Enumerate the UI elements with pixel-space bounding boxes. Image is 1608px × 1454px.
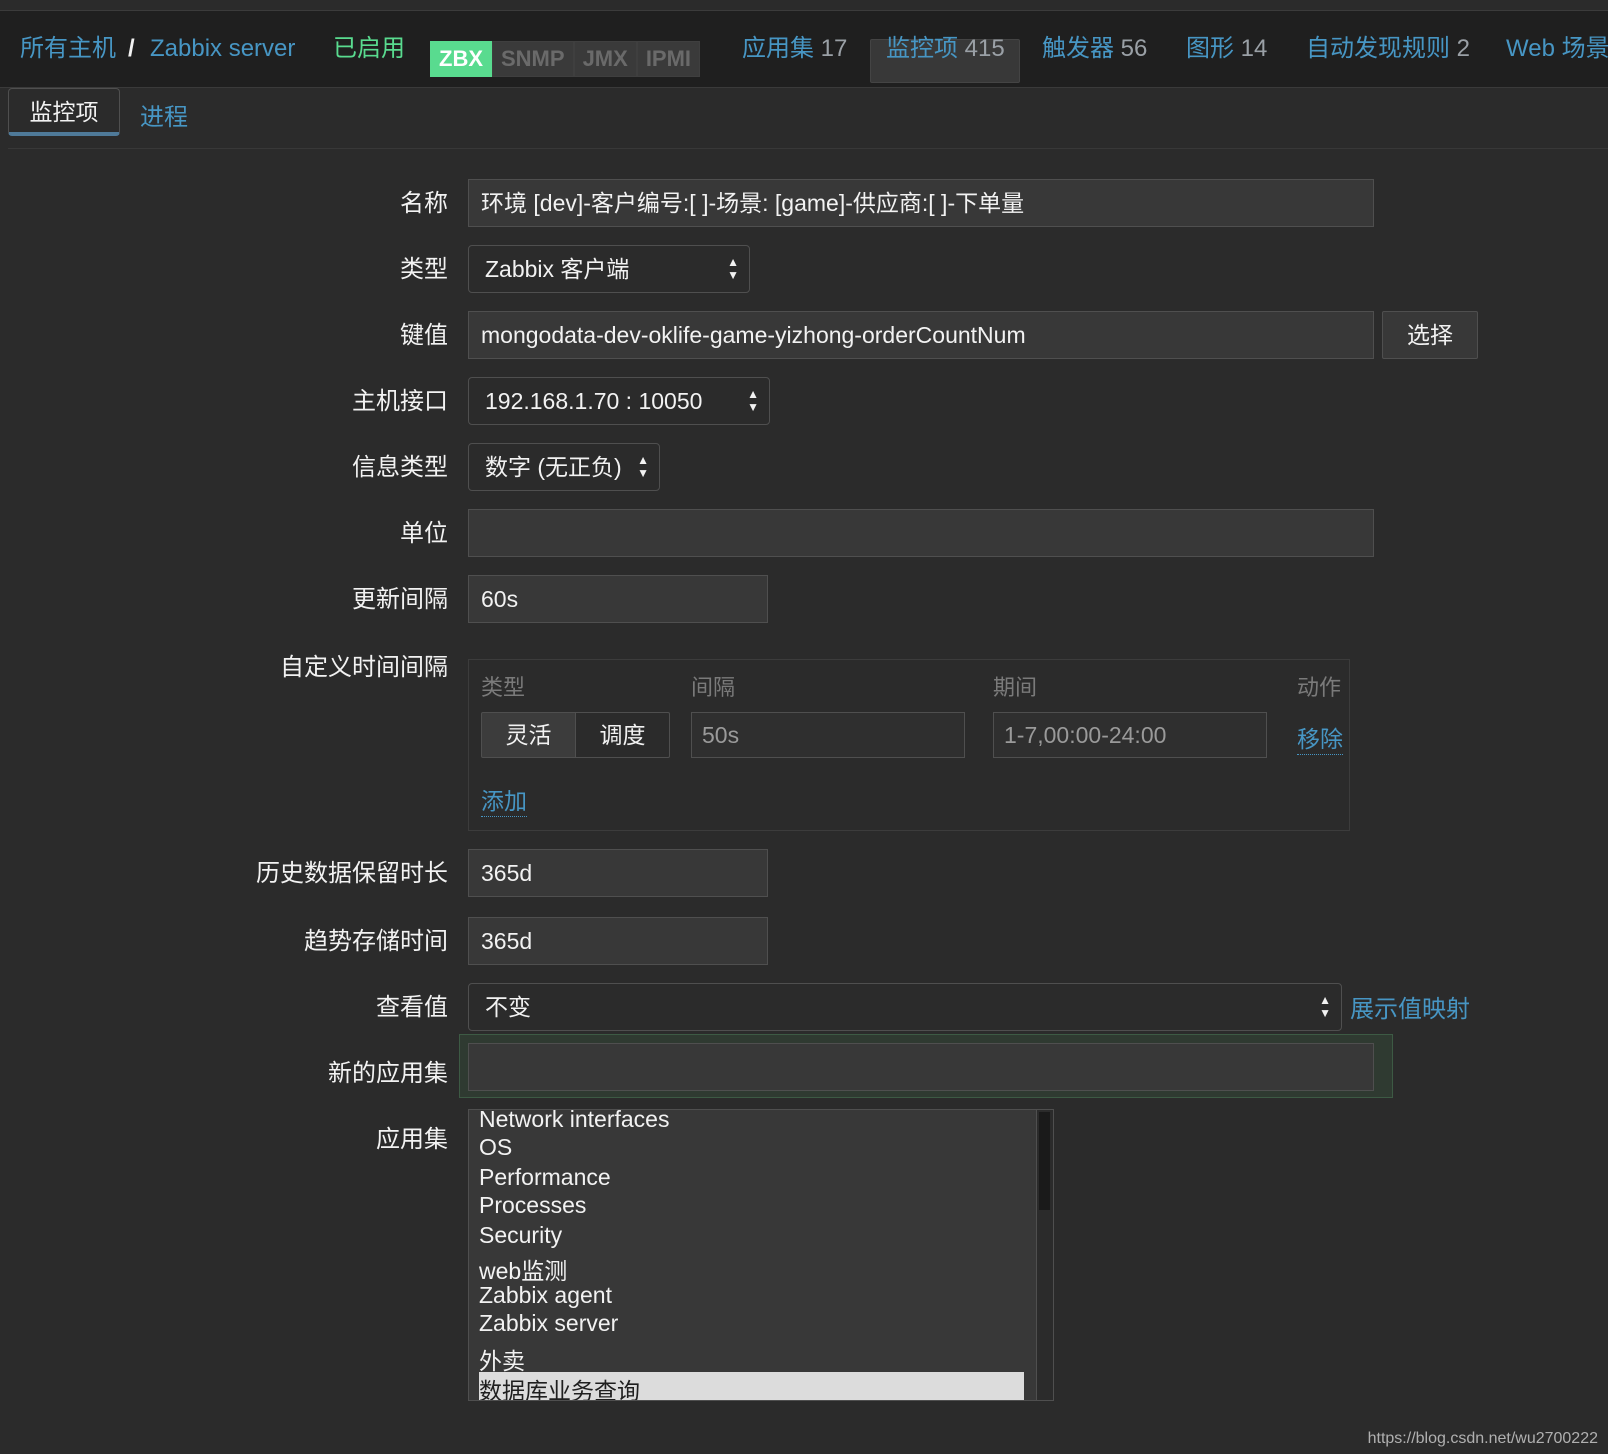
form-tabs: 监控项 进程 xyxy=(8,88,1608,149)
history-label: 历史数据保留时长 xyxy=(256,860,448,887)
breadcrumb-all-hosts[interactable]: 所有主机 xyxy=(20,11,116,87)
info-type-label: 信息类型 xyxy=(352,454,448,481)
trends-label: 趋势存储时间 xyxy=(304,928,448,955)
list-item[interactable]: Performance xyxy=(479,1164,611,1191)
column-header-type: 类型 xyxy=(481,675,526,700)
list-item[interactable]: OS xyxy=(479,1134,512,1161)
item-form: 名称 环境 [dev]-客户编号:[ ]-场景: [game]-供应商:[ ]-… xyxy=(8,149,1608,1454)
segment-flexible[interactable]: 灵活 xyxy=(481,712,576,758)
units-label: 单位 xyxy=(400,520,448,547)
custom-intervals-label: 自定义时间间隔 xyxy=(280,654,448,681)
custom-interval-input[interactable]: 50s xyxy=(691,712,965,758)
type-select-value: Zabbix 客户端 xyxy=(485,256,630,282)
interface-select-value: 192.168.1.70 : 10050 xyxy=(485,388,703,414)
select-arrows-icon: ▲ ▼ xyxy=(727,255,739,282)
select-arrows-icon: ▲ ▼ xyxy=(1319,993,1331,1020)
breadcrumb-host[interactable]: Zabbix server xyxy=(150,11,295,87)
list-item[interactable]: Security xyxy=(479,1222,562,1249)
update-interval-label: 更新间隔 xyxy=(352,586,448,613)
list-item[interactable]: Zabbix agent xyxy=(479,1282,612,1309)
select-arrows-icon: ▲ ▼ xyxy=(747,387,759,414)
column-header-action: 动作 xyxy=(1297,675,1342,700)
select-key-button[interactable]: 选择 xyxy=(1382,311,1478,359)
badge-zbx: ZBX xyxy=(430,41,492,77)
list-item[interactable]: Network interfaces xyxy=(479,1110,669,1133)
new-application-input[interactable] xyxy=(468,1043,1374,1091)
availability-badges: ZBX SNMP JMX IPMI xyxy=(430,41,701,77)
watermark: https://blog.csdn.net/wu2700222 xyxy=(1367,1430,1598,1447)
nav-web-scenarios[interactable]: Web 场景 xyxy=(1506,11,1608,87)
list-item[interactable]: web监测 xyxy=(479,1252,567,1286)
show-value-mappings-link[interactable]: 展示值映射 xyxy=(1350,989,1470,1024)
show-value-select-value: 不变 xyxy=(485,994,531,1020)
list-item-selected[interactable]: 数据库业务查询 xyxy=(479,1372,1024,1400)
key-label: 键值 xyxy=(400,322,448,349)
tab-item[interactable]: 监控项 xyxy=(8,88,120,136)
scrollbar-thumb[interactable] xyxy=(1039,1112,1050,1210)
column-header-interval: 间隔 xyxy=(691,675,736,700)
custom-intervals-table: 类型 间隔 期间 动作 灵活 调度 50s 1-7,00:00-24:00 移除… xyxy=(468,659,1350,831)
name-input[interactable]: 环境 [dev]-客户编号:[ ]-场景: [game]-供应商:[ ]-下单量 xyxy=(468,179,1374,227)
applications-label: 应用集 xyxy=(376,1126,448,1153)
new-application-label: 新的应用集 xyxy=(328,1060,448,1087)
list-item[interactable]: Processes xyxy=(479,1192,586,1219)
select-arrows-icon: ▲ ▼ xyxy=(637,453,649,480)
custom-period-input[interactable]: 1-7,00:00-24:00 xyxy=(993,712,1267,758)
nav-graphs[interactable]: 图形 14 xyxy=(1186,11,1267,87)
interface-select[interactable]: 192.168.1.70 : 10050 ▲ ▼ xyxy=(468,377,770,425)
list-item[interactable]: Zabbix server xyxy=(479,1310,618,1337)
trends-input[interactable]: 365d xyxy=(468,917,768,965)
breadcrumb-separator: / xyxy=(128,35,135,62)
column-header-period: 期间 xyxy=(993,675,1038,700)
badge-snmp: SNMP xyxy=(492,41,574,77)
key-input[interactable]: mongodata-dev-oklife-game-yizhong-orderC… xyxy=(468,311,1374,359)
list-item[interactable]: 外卖 xyxy=(479,1342,525,1376)
info-type-select-value: 数字 (无正负) xyxy=(485,454,622,480)
update-interval-input[interactable]: 60s xyxy=(468,575,768,623)
badge-jmx: JMX xyxy=(573,41,637,77)
tab-preprocessing[interactable]: 进程 xyxy=(140,88,188,148)
history-input[interactable]: 365d xyxy=(468,849,768,897)
name-label: 名称 xyxy=(400,190,448,217)
units-input[interactable] xyxy=(468,509,1374,557)
badge-ipmi: IPMI xyxy=(636,41,701,77)
type-label: 类型 xyxy=(400,256,448,283)
top-strip xyxy=(0,0,1608,11)
nav-items[interactable]: 监控项 415 xyxy=(886,11,1005,87)
interface-label: 主机接口 xyxy=(352,388,448,415)
segment-scheduling[interactable]: 调度 xyxy=(575,712,670,758)
nav-triggers[interactable]: 触发器 56 xyxy=(1042,11,1147,87)
add-interval-link[interactable]: 添加 xyxy=(481,782,527,817)
host-status[interactable]: 已启用 xyxy=(333,11,405,87)
listbox-scrollbar[interactable] xyxy=(1036,1110,1053,1400)
nav-discovery-rules[interactable]: 自动发现规则 2 xyxy=(1306,11,1470,87)
info-type-select[interactable]: 数字 (无正负) ▲ ▼ xyxy=(468,443,660,491)
show-value-label: 查看值 xyxy=(376,994,448,1021)
show-value-select[interactable]: 不变 ▲ ▼ xyxy=(468,983,1342,1031)
host-navigation-bar: 所有主机 / Zabbix server 已启用 ZBX SNMP JMX IP… xyxy=(0,11,1608,88)
applications-listbox[interactable]: Network interfaces OS Performance Proces… xyxy=(468,1109,1054,1401)
nav-applications[interactable]: 应用集 17 xyxy=(742,11,847,87)
remove-interval-link[interactable]: 移除 xyxy=(1297,720,1343,755)
type-select[interactable]: Zabbix 客户端 ▲ ▼ xyxy=(468,245,750,293)
